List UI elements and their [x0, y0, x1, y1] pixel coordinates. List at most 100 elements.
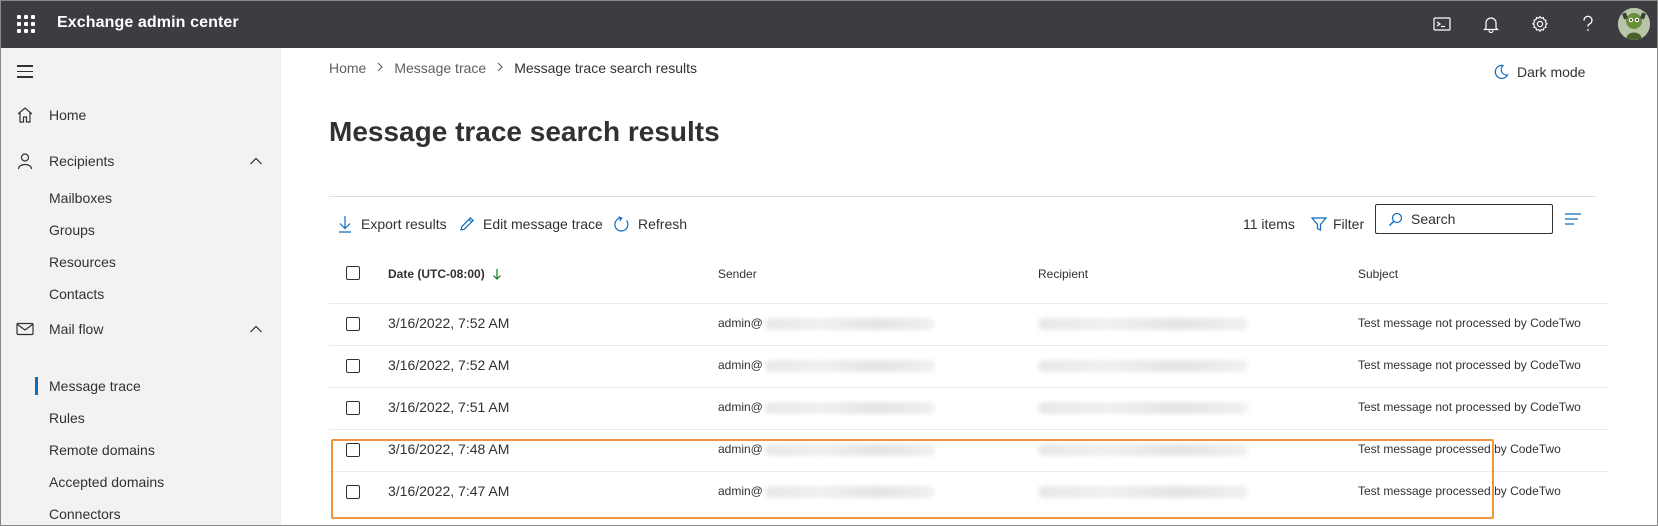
sidebar-item-label: Home	[49, 107, 87, 123]
sidebar-item-contacts[interactable]: Contacts	[49, 282, 104, 306]
sender-text: admin@	[718, 400, 763, 414]
row-checkbox[interactable]	[346, 443, 360, 457]
redacted-block	[764, 401, 935, 414]
gear-icon[interactable]	[1529, 13, 1551, 35]
download-icon	[339, 216, 351, 233]
row-recipient	[1038, 400, 1248, 414]
row-date: 3/16/2022, 7:47 AM	[388, 483, 510, 499]
sender-text: admin@	[718, 442, 763, 456]
main-content: Home Message trace Message trace search …	[281, 48, 1657, 525]
active-indicator	[35, 377, 38, 395]
export-results-label: Export results	[361, 216, 447, 232]
row-date: 3/16/2022, 7:52 AM	[388, 357, 510, 373]
dark-mode-label: Dark mode	[1517, 64, 1586, 80]
bell-icon[interactable]	[1480, 13, 1502, 35]
sidebar-item-mailboxes[interactable]: Mailboxes	[49, 186, 112, 210]
filter-button[interactable]: Filter	[1311, 208, 1364, 240]
redacted-block	[764, 485, 935, 498]
mail-icon	[15, 319, 35, 339]
row-recipient	[1038, 484, 1248, 498]
select-all-checkbox[interactable]	[346, 266, 360, 280]
row-recipient	[1038, 442, 1248, 456]
row-subject: Test message not processed by CodeTwo	[1358, 358, 1581, 372]
row-subject: Test message processed by CodeTwo	[1358, 484, 1561, 498]
row-checkbox[interactable]	[346, 359, 360, 373]
sort-descending-icon	[493, 269, 501, 280]
app-title[interactable]: Exchange admin center	[57, 14, 239, 32]
avatar[interactable]	[1618, 8, 1650, 40]
help-icon[interactable]	[1577, 13, 1599, 35]
app-launcher-icon[interactable]	[17, 15, 35, 33]
chevron-up-icon[interactable]	[249, 322, 263, 336]
row-date: 3/16/2022, 7:51 AM	[388, 399, 510, 415]
sidebar-item-recipients[interactable]: Recipients	[1, 145, 281, 177]
items-count: 11 items	[1243, 216, 1295, 232]
edit-message-trace-button[interactable]: Edit message trace	[459, 208, 603, 240]
hamburger-menu-icon[interactable]	[17, 65, 35, 82]
sidebar-item-mail-flow[interactable]: Mail flow	[1, 313, 281, 345]
sidebar-item-home[interactable]: Home	[1, 99, 281, 131]
refresh-label: Refresh	[638, 216, 688, 232]
row-checkbox[interactable]	[346, 401, 360, 415]
row-subject: Test message not processed by CodeTwo	[1358, 400, 1581, 414]
sidebar-item-rules[interactable]: Rules	[49, 406, 85, 430]
table-row[interactable]: 3/16/2022, 7:51 AM admin@ Test message n…	[329, 387, 1609, 430]
sidebar-item-accepted-domains[interactable]: Accepted domains	[49, 470, 164, 494]
redacted-block	[1038, 401, 1248, 414]
divider	[329, 196, 1595, 197]
pencil-icon	[460, 217, 474, 231]
sender-text: admin@	[718, 316, 763, 330]
table-row[interactable]: 3/16/2022, 7:52 AM admin@ Test message n…	[329, 303, 1609, 346]
row-sender: admin@	[718, 400, 935, 414]
column-header-recipient[interactable]: Recipient	[1038, 267, 1088, 281]
redacted-block	[1038, 443, 1248, 456]
breadcrumb-current: Message trace search results	[514, 60, 698, 76]
app-window: Exchange admin center Home Recipients Ma…	[0, 0, 1658, 526]
view-options-icon[interactable]	[1564, 210, 1582, 228]
redacted-block	[1038, 317, 1248, 330]
search-input[interactable]	[1411, 211, 1531, 227]
refresh-button[interactable]: Refresh	[613, 208, 687, 240]
row-recipient	[1038, 316, 1248, 330]
sidebar-item-message-trace[interactable]: Message trace	[49, 374, 141, 398]
row-recipient	[1038, 358, 1248, 372]
column-header-subject[interactable]: Subject	[1358, 267, 1398, 281]
column-header-date[interactable]: Date (UTC-08:00)	[388, 267, 502, 281]
column-header-sender[interactable]: Sender	[718, 267, 757, 281]
chevron-right-icon	[376, 61, 384, 75]
table-header: Date (UTC-08:00) Sender Recipient Subjec…	[329, 261, 1609, 304]
column-header-label: Date (UTC-08:00)	[388, 267, 485, 281]
sidebar-item-connectors[interactable]: Connectors	[49, 502, 121, 525]
redacted-block	[764, 359, 935, 372]
export-results-button[interactable]: Export results	[337, 208, 447, 240]
moon-icon	[1494, 64, 1509, 79]
person-icon	[15, 151, 35, 171]
table-row[interactable]: 3/16/2022, 7:47 AM admin@ Test message p…	[329, 471, 1609, 513]
breadcrumb-home[interactable]: Home	[329, 60, 366, 76]
table-row[interactable]: 3/16/2022, 7:52 AM admin@ Test message n…	[329, 345, 1609, 388]
sidebar-item-label: Mail flow	[49, 321, 104, 337]
sidebar-item-remote-domains[interactable]: Remote domains	[49, 438, 155, 462]
page-title: Message trace search results	[329, 116, 720, 147]
search-box[interactable]	[1375, 204, 1553, 234]
table-row[interactable]: 3/16/2022, 7:48 AM admin@ Test message p…	[329, 429, 1609, 472]
breadcrumb: Home Message trace Message trace search …	[329, 60, 697, 76]
terminal-icon[interactable]	[1431, 13, 1453, 35]
filter-label: Filter	[1333, 216, 1365, 232]
sidebar-item-resources[interactable]: Resources	[49, 250, 116, 274]
sidebar-item-label: Recipients	[49, 153, 115, 169]
row-checkbox[interactable]	[346, 317, 360, 331]
edit-message-trace-label: Edit message trace	[483, 216, 603, 232]
chevron-right-icon	[496, 61, 504, 75]
chevron-up-icon[interactable]	[249, 154, 263, 168]
row-subject: Test message not processed by CodeTwo	[1358, 316, 1581, 330]
redacted-block	[1038, 485, 1248, 498]
sidebar-item-groups[interactable]: Groups	[49, 218, 95, 242]
redacted-block	[764, 443, 935, 456]
row-checkbox[interactable]	[346, 485, 360, 499]
redacted-block	[1038, 359, 1248, 372]
breadcrumb-message-trace[interactable]: Message trace	[394, 60, 486, 76]
refresh-icon	[614, 215, 629, 232]
row-sender: admin@	[718, 316, 935, 330]
dark-mode-toggle[interactable]: Dark mode	[1493, 64, 1585, 80]
